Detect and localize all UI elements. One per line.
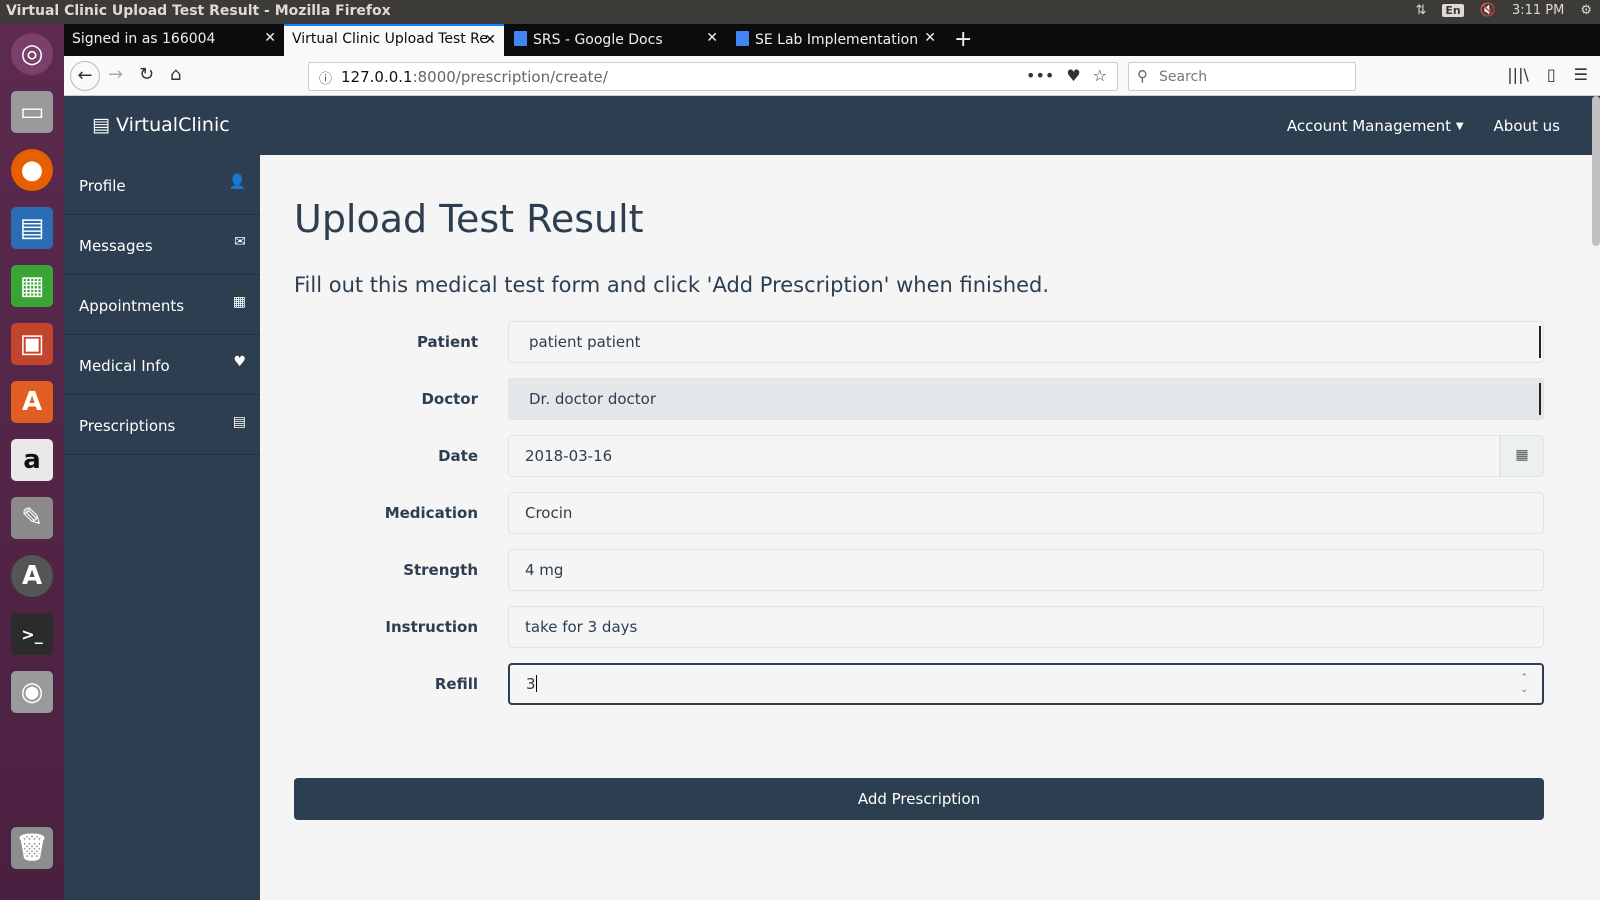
tab-se-lab[interactable]: SE Lab Implementation ✕: [728, 24, 944, 56]
envelope-icon: ✉: [234, 234, 246, 250]
keyboard-layout[interactable]: En: [1442, 4, 1464, 17]
software-updater-icon[interactable]: A: [8, 552, 56, 600]
app-navbar: ▤ VirtualClinic Account Management ▼ Abo…: [64, 96, 1600, 155]
patient-select[interactable]: patient patient: [508, 321, 1544, 363]
browser-tab-strip: Signed in as 166004 ✕ Virtual Clinic Upl…: [64, 24, 1600, 56]
user-icon: 👤: [228, 174, 246, 190]
bookmark-star-icon[interactable]: ☆: [1093, 66, 1107, 85]
caret-down-icon: ▼: [1455, 121, 1464, 132]
menu-icon[interactable]: ☰: [1574, 65, 1588, 84]
medication-label: Medication: [384, 504, 478, 522]
home-icon[interactable]: ⌂: [170, 64, 181, 85]
form-row-instruction: Instruction take for 3 days: [294, 606, 1544, 648]
account-management-menu[interactable]: Account Management ▼: [1287, 117, 1464, 135]
strength-input[interactable]: 4 mg: [508, 549, 1544, 591]
ubuntu-dash-icon[interactable]: ◎: [8, 30, 56, 78]
sidebar: Profile 👤 Messages ✉ Appointments ▦ Medi…: [64, 155, 260, 900]
window-title: Virtual Clinic Upload Test Result - Mozi…: [6, 3, 391, 19]
system-settings-icon[interactable]: ✎: [8, 494, 56, 542]
number-spinner-icon[interactable]: ⌃ ⌄: [1520, 672, 1528, 696]
close-icon[interactable]: ✕: [924, 30, 936, 46]
camera-icon[interactable]: ◉: [8, 668, 56, 716]
sidebar-item-appointments[interactable]: Appointments ▦: [64, 275, 260, 335]
google-docs-icon: [514, 31, 527, 46]
form-row-strength: Strength 4 mg: [294, 549, 1544, 591]
tab-virtual-clinic[interactable]: Virtual Clinic Upload Test Re ✕: [284, 24, 504, 56]
about-us-link[interactable]: About us: [1494, 117, 1560, 135]
refill-input[interactable]: 3 ⌃ ⌄: [508, 663, 1544, 705]
calendar-picker-icon[interactable]: ▦: [1500, 435, 1544, 477]
form-row-doctor: Doctor Dr. doctor doctor: [294, 378, 1544, 420]
date-input[interactable]: 2018-03-16: [508, 435, 1500, 477]
forward-icon[interactable]: →: [108, 64, 123, 85]
close-icon[interactable]: ✕: [264, 30, 276, 46]
library-icon[interactable]: |||\: [1507, 65, 1529, 84]
reload-icon[interactable]: ↻: [139, 64, 154, 85]
files-icon[interactable]: ▭: [8, 88, 56, 136]
file-icon: ▤: [232, 414, 246, 430]
trash-icon[interactable]: 🗑: [8, 824, 56, 872]
ubuntu-launcher: ◎ ▭ ● ▤ ▦ ▣ A a ✎ A >_ ◉ 🗑: [0, 24, 64, 900]
tab-srs-google-docs[interactable]: SRS - Google Docs ✕: [506, 24, 726, 56]
heartbeat-icon: ♥: [233, 354, 246, 370]
doctor-select: Dr. doctor doctor: [508, 378, 1544, 420]
hospital-icon: ▤: [92, 114, 110, 136]
main-content: Upload Test Result Fill out this medical…: [260, 155, 1600, 900]
pocket-icon[interactable]: ♥: [1066, 66, 1080, 85]
sidebar-toggle-icon[interactable]: ▯: [1547, 65, 1556, 84]
add-prescription-button[interactable]: Add Prescription: [294, 778, 1544, 820]
sidebar-item-profile[interactable]: Profile 👤: [64, 155, 260, 215]
software-center-icon[interactable]: A: [8, 378, 56, 426]
close-icon[interactable]: ✕: [484, 32, 496, 48]
system-tray: ⇅ En 🔇 3:11 PM ⚙: [1416, 3, 1593, 18]
sidebar-item-medical-info[interactable]: Medical Info ♥: [64, 335, 260, 395]
volume-muted-icon[interactable]: 🔇: [1480, 3, 1496, 18]
close-icon[interactable]: ✕: [706, 30, 718, 46]
url-bar[interactable]: ⓘ 127.0.0.1:8000/prescription/create/ ••…: [308, 62, 1118, 91]
date-label: Date: [438, 447, 478, 465]
instruction-input[interactable]: take for 3 days: [508, 606, 1544, 648]
impress-icon[interactable]: ▣: [8, 320, 56, 368]
page-title: Upload Test Result: [294, 197, 644, 241]
terminal-icon[interactable]: >_: [8, 610, 56, 658]
dropdown-arrow-icon: [1537, 383, 1541, 415]
clock[interactable]: 3:11 PM: [1512, 3, 1564, 18]
medication-input[interactable]: Crocin: [508, 492, 1544, 534]
dropdown-arrow-icon: [1537, 326, 1541, 358]
browser-nav-bar: ← → ↻ ⌂ ⓘ 127.0.0.1:8000/prescription/cr…: [64, 56, 1600, 96]
gear-icon[interactable]: ⚙: [1580, 3, 1592, 18]
doctor-label: Doctor: [421, 390, 478, 408]
instruction-label: Instruction: [385, 618, 478, 636]
page-scrollbar[interactable]: [1592, 96, 1600, 246]
page-instructions: Fill out this medical test form and clic…: [294, 273, 1050, 297]
search-input[interactable]: ⚲ Search: [1128, 62, 1356, 91]
google-docs-icon: [736, 31, 749, 46]
form-row-medication: Medication Crocin: [294, 492, 1544, 534]
search-icon: ⚲: [1137, 67, 1148, 85]
virtual-clinic-app: ▤ VirtualClinic Account Management ▼ Abo…: [64, 96, 1600, 900]
form-row-date: Date 2018-03-16 ▦: [294, 435, 1544, 477]
back-icon[interactable]: ←: [70, 61, 100, 91]
calendar-icon: ▦: [232, 294, 246, 310]
refill-label: Refill: [434, 675, 478, 693]
sidebar-item-prescriptions[interactable]: Prescriptions ▤: [64, 395, 260, 455]
strength-label: Strength: [403, 561, 478, 579]
form-row-refill: Refill 3 ⌃ ⌄: [294, 663, 1544, 705]
writer-icon[interactable]: ▤: [8, 204, 56, 252]
form-row-patient: Patient patient patient: [294, 321, 1544, 363]
info-icon[interactable]: ⓘ: [319, 68, 332, 87]
sidebar-item-messages[interactable]: Messages ✉: [64, 215, 260, 275]
brand[interactable]: ▤ VirtualClinic: [92, 114, 230, 136]
os-top-bar: Virtual Clinic Upload Test Result - Mozi…: [0, 0, 1600, 24]
tab-signed-in[interactable]: Signed in as 166004 ✕: [64, 24, 284, 56]
new-tab-icon[interactable]: +: [954, 27, 972, 52]
calc-icon[interactable]: ▦: [8, 262, 56, 310]
firefox-icon[interactable]: ●: [8, 146, 56, 194]
amazon-icon[interactable]: a: [8, 436, 56, 484]
network-icon[interactable]: ⇅: [1416, 3, 1427, 18]
text-cursor: [535, 675, 537, 692]
more-icon[interactable]: •••: [1026, 66, 1054, 85]
patient-label: Patient: [416, 333, 478, 351]
